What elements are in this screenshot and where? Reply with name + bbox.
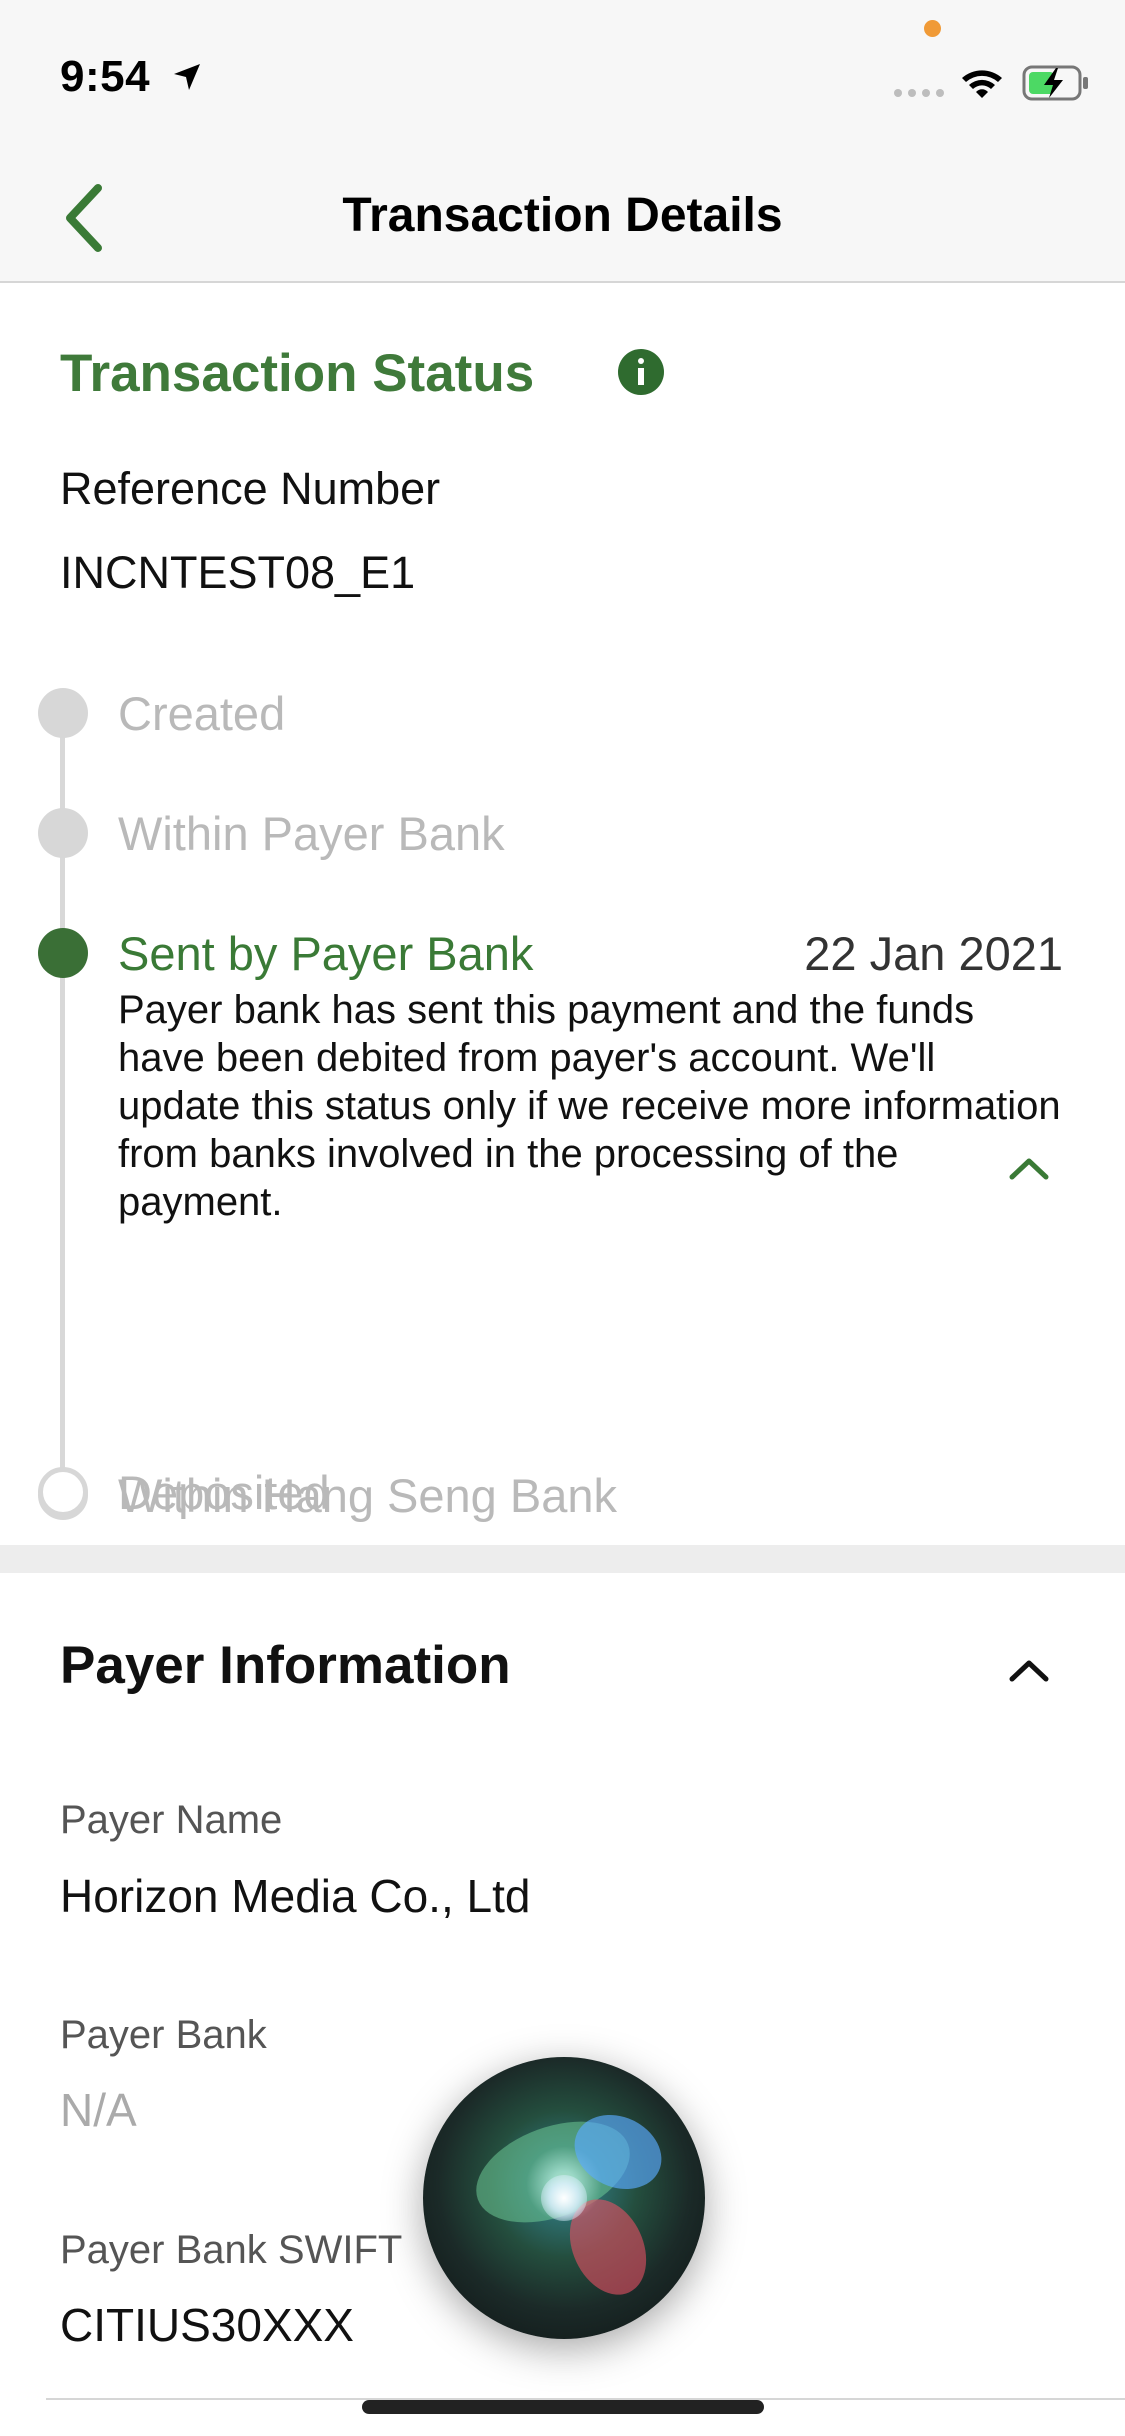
wifi-icon	[962, 70, 1002, 98]
timeline-step-within-payer-bank: Within Payer Bank	[118, 807, 505, 860]
info-icon[interactable]	[618, 349, 664, 395]
payer-name-label: Payer Name	[60, 1798, 283, 1842]
status-bar: 9:54	[0, 0, 1125, 150]
section-title-transaction-status: Transaction Status	[60, 344, 535, 403]
payer-name-value: Horizon Media Co., Ltd	[60, 1870, 531, 1922]
timeline-dot-within-payer-bank	[38, 808, 88, 858]
status-time: 9:54	[60, 52, 151, 101]
payer-bank-value: N/A	[60, 2084, 137, 2136]
transaction-status-section: Transaction Status Reference Number INCN…	[0, 283, 1125, 1543]
timeline-step-date: 22 Jan 2021	[804, 927, 1063, 980]
reference-number-label: Reference Number	[60, 463, 441, 514]
timeline-dot-created	[38, 688, 88, 738]
siri-core	[541, 2175, 587, 2221]
timeline-step-description: Payer bank has sent this payment and the…	[118, 988, 1061, 1224]
chevron-up-icon[interactable]	[1006, 1655, 1052, 1685]
payer-bank-label: Payer Bank	[60, 2013, 267, 2057]
battery-charging-icon	[1022, 65, 1088, 101]
payer-bank-swift-label: Payer Bank SWIFT	[60, 2228, 403, 2272]
timeline-step-sent-by-payer-bank: Sent by Payer Bank	[118, 927, 534, 980]
timeline-step-created: Created	[118, 687, 286, 740]
timeline-step-deposited: Deposited	[118, 1466, 330, 1519]
privacy-indicator-dot	[924, 20, 941, 37]
navigation-bar: Transaction Details	[0, 150, 1125, 283]
home-indicator[interactable]	[362, 2400, 764, 2414]
page-title: Transaction Details	[342, 189, 783, 242]
chevron-up-icon[interactable]	[1006, 1153, 1052, 1183]
siri-orb-icon[interactable]	[423, 2057, 705, 2339]
section-divider	[0, 1545, 1125, 1573]
section-title-payer-information: Payer Information	[60, 1636, 511, 1695]
timeline-dot-deposited	[38, 1467, 88, 1517]
cellular-signal-icon	[894, 89, 944, 97]
location-arrow-icon	[174, 64, 200, 90]
timeline-dot-sent-by-payer-bank	[38, 928, 88, 978]
payer-bank-swift-value: CITIUS30XXX	[60, 2299, 354, 2351]
reference-number-value: INCNTEST08_E1	[60, 547, 416, 598]
